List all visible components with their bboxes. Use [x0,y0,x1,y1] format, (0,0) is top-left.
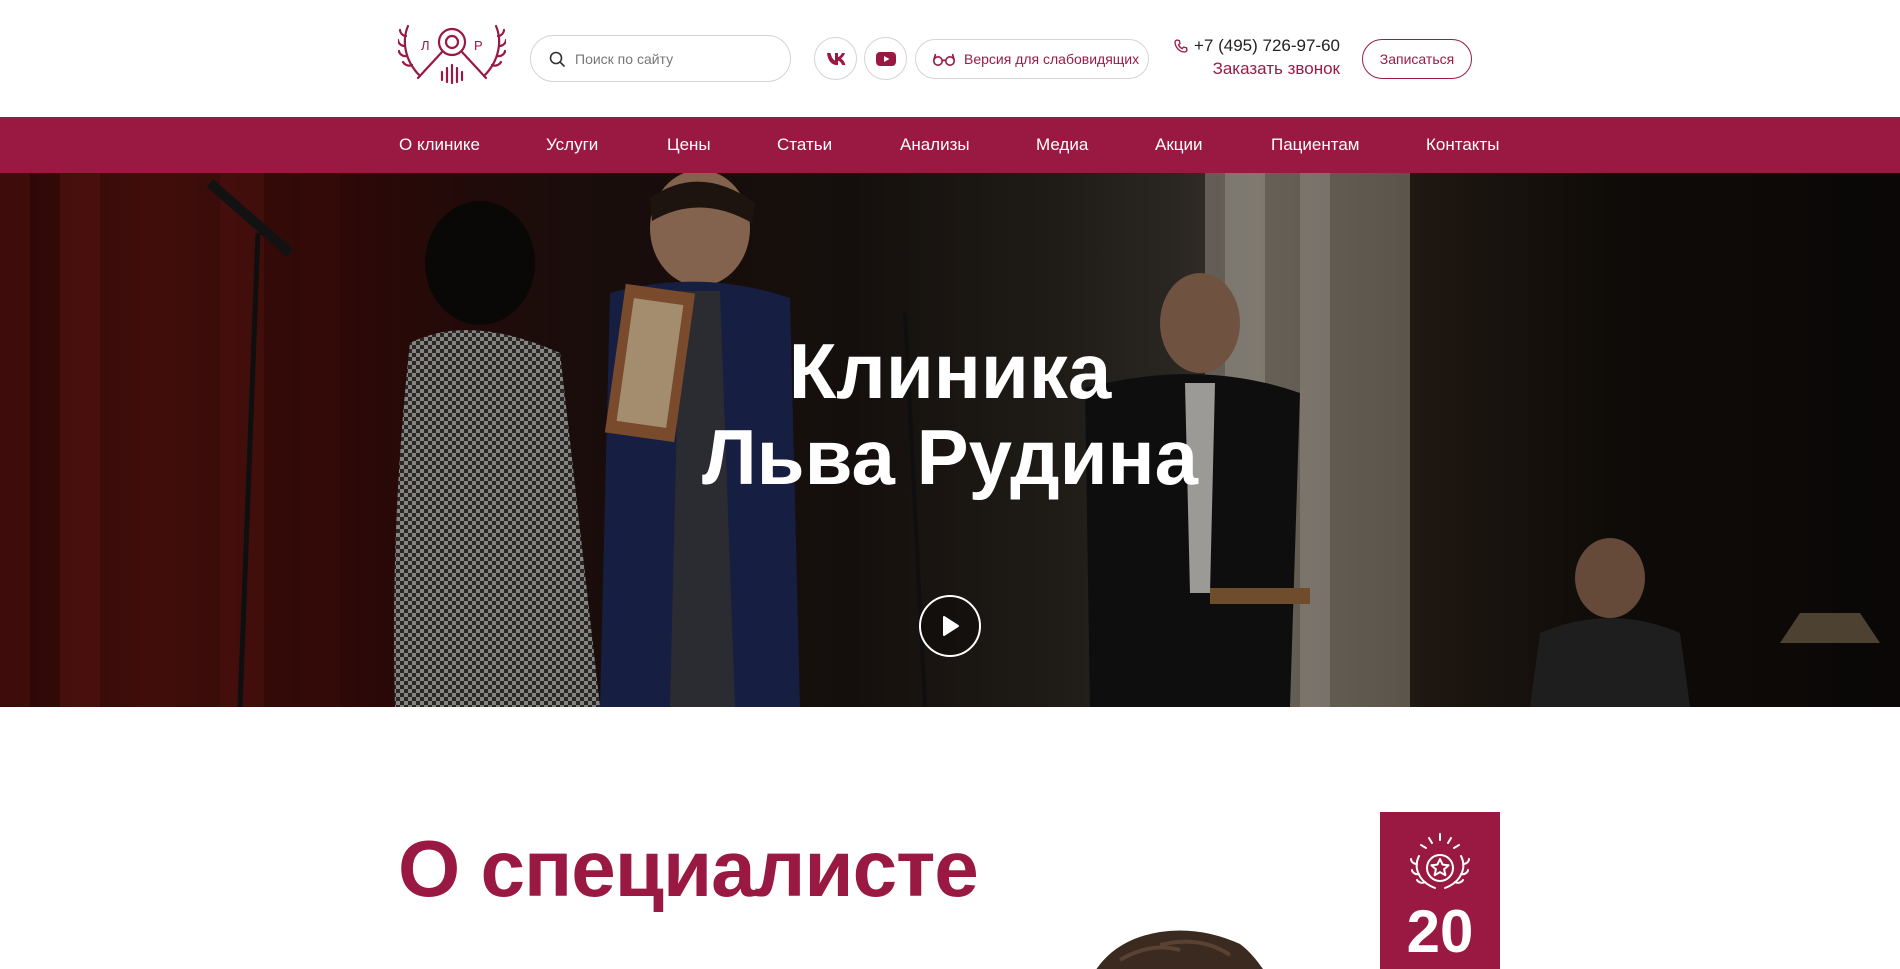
impaired-version-button[interactable]: Версия для слабовидящих [915,39,1149,79]
clinic-logo[interactable]: Л Р [396,20,508,90]
svg-text:Р: Р [474,38,483,53]
nav-item-articles[interactable]: Статьи [777,117,832,173]
hero-title-line2: Льва Рудина [701,413,1199,501]
phone-link[interactable]: +7 (495) 726-97-60 [1172,36,1340,56]
nav-item-services[interactable]: Услуги [546,117,598,173]
search-input[interactable] [575,50,775,67]
hero-title-line1: Клиника [788,327,1112,415]
nav-item-about[interactable]: О клинике [399,117,480,173]
nav-item-media[interactable]: Медиа [1036,117,1088,173]
play-icon [943,616,959,636]
phone-number: +7 (495) 726-97-60 [1193,36,1340,55]
callback-link[interactable]: Заказать звонок [1172,59,1340,79]
glasses-icon [933,53,955,66]
play-video-button[interactable] [919,595,981,657]
vk-icon [826,52,845,65]
contact-block: +7 (495) 726-97-60 Заказать звонок [1172,36,1340,79]
nav-item-promotions[interactable]: Акции [1155,117,1203,173]
youtube-button[interactable] [864,37,907,80]
main-nav: О клинике Услуги Цены Статьи Анализы Мед… [0,117,1900,173]
phone-icon [1174,39,1188,53]
experience-badge: 20 [1380,812,1500,969]
specialist-photo [1096,930,1263,969]
nav-item-tests[interactable]: Анализы [900,117,970,173]
youtube-icon [875,51,896,66]
site-search[interactable] [530,35,791,82]
search-icon [549,51,565,67]
impaired-version-label: Версия для слабовидящих [964,51,1140,67]
about-specialist-title: О специалисте [398,824,979,913]
experience-years-number: 20 [1406,898,1474,965]
svg-text:Л: Л [421,38,430,53]
site-header: Л Р Версия для слабовидящих [0,0,1900,117]
vk-button[interactable] [814,37,857,80]
signup-button[interactable]: Записаться [1362,39,1472,79]
hero-video[interactable]: Клиника Льва Рудина [0,173,1900,707]
hero-title: Клиника Льва Рудина [0,328,1900,500]
nav-item-contacts[interactable]: Контакты [1426,117,1499,173]
laurel-star-icon [1410,833,1470,889]
nav-item-patients[interactable]: Пациентам [1271,117,1360,173]
nav-item-prices[interactable]: Цены [667,117,711,173]
